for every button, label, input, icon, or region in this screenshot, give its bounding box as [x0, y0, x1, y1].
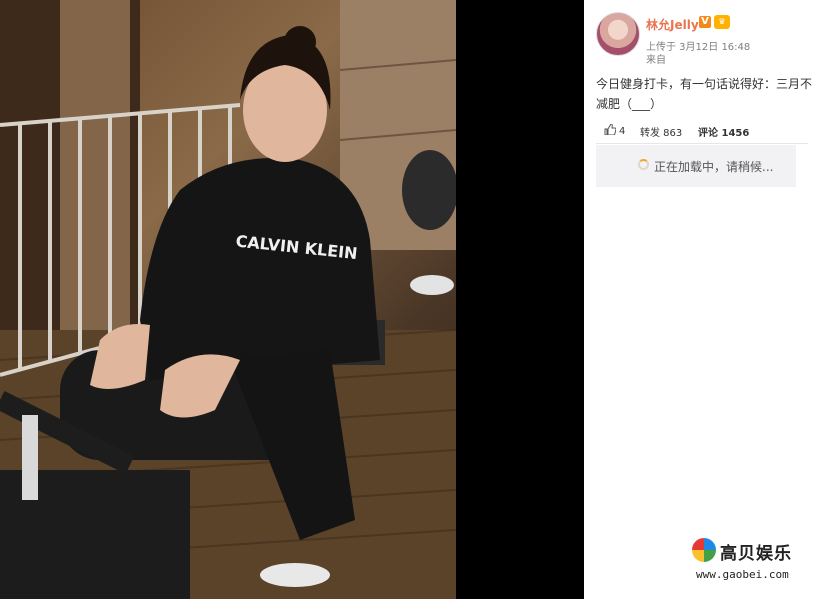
vip-badge-icon[interactable]: ♛	[714, 15, 730, 29]
watermark-url: www.gaobei.com	[696, 568, 789, 581]
repost-button[interactable]: 转发 863	[640, 124, 682, 139]
like-button[interactable]: 4	[604, 124, 625, 137]
loading-spinner-icon	[638, 159, 649, 170]
comment-button[interactable]: 评论 1456	[698, 124, 749, 139]
post-actions: 4 转发 863 评论 1456	[596, 124, 808, 140]
post-photo[interactable]: CALVIN KLEIN	[0, 0, 456, 599]
verified-badge-icon[interactable]: V	[699, 16, 711, 28]
like-count: 4	[619, 126, 626, 137]
comments-loading: 正在加载中，请稍候...	[596, 145, 796, 187]
avatar[interactable]	[596, 12, 640, 56]
photo-scene: CALVIN KLEIN	[0, 0, 456, 599]
gaobei-logo-icon	[692, 538, 716, 562]
post-source: 来自	[646, 55, 666, 66]
post-detail-panel: 林允Jelly V ♛ 上传于 3月12日 16:48 来自 今日健身打卡，有一…	[584, 0, 820, 599]
thumbs-up-icon	[604, 124, 616, 135]
username-link[interactable]: 林允Jelly	[646, 16, 699, 33]
loading-text: 正在加载中，请稍候...	[654, 160, 774, 174]
divider	[596, 143, 808, 144]
post-text: 今日健身打卡，有一句话说得好：三月不减肥（___）	[596, 77, 813, 111]
watermark-title: 高贝娱乐	[720, 544, 792, 564]
photo-viewer: CALVIN KLEIN	[0, 0, 584, 599]
